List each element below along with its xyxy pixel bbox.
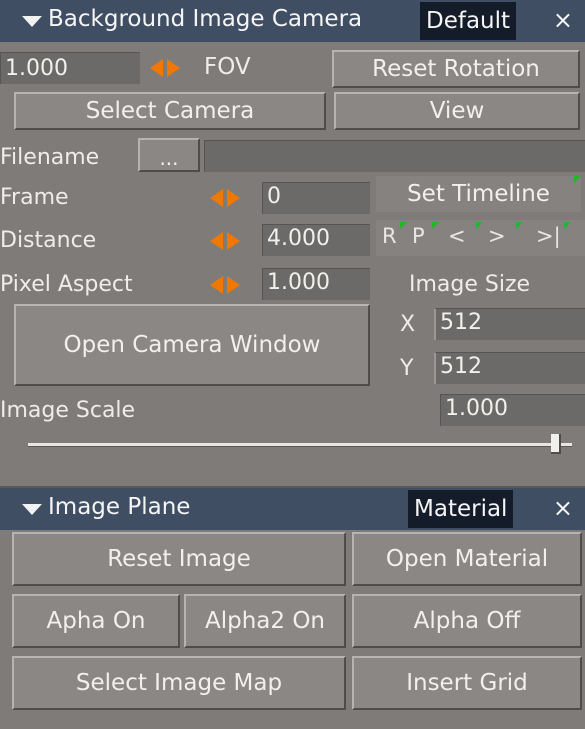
alpha-on-button[interactable]: Apha On [12,594,180,648]
image-size-x-label: X [400,312,416,337]
fov-spinner[interactable] [148,56,184,80]
play-key-button[interactable]: P [412,224,425,248]
insert-grid-button[interactable]: Insert Grid [352,656,582,710]
decrement-arrow-icon[interactable] [210,189,223,207]
increment-arrow-icon[interactable] [227,189,240,207]
last-key-button[interactable]: >| [536,224,561,248]
frame-label: Frame [0,185,69,210]
pixel-aspect-label: Pixel Aspect [0,272,133,297]
select-camera-button[interactable]: Select Camera [14,92,326,130]
increment-arrow-icon[interactable] [227,232,240,250]
filename-label: Filename [0,145,100,170]
timeline-marker-icon [476,222,483,229]
slider-thumb[interactable] [551,434,561,454]
open-camera-window-button[interactable]: Open Camera Window [14,304,370,386]
open-material-button[interactable]: Open Material [352,532,582,586]
distance-label: Distance [0,228,97,253]
image-size-label: Image Size [409,272,531,297]
next-key-button[interactable]: > [488,224,506,248]
increment-arrow-icon[interactable] [167,59,180,77]
frame-field[interactable]: 0 [262,182,370,214]
decrement-arrow-icon[interactable] [210,276,223,294]
set-timeline-button[interactable]: Set Timeline [376,176,581,212]
frame-spinner[interactable] [208,186,244,210]
close-icon[interactable]: × [553,6,573,34]
fov-label: FOV [204,54,251,80]
close-icon[interactable]: × [553,494,573,522]
collapse-triangle-icon[interactable] [22,504,42,515]
panel-title: Background Image Camera [48,6,363,32]
image-plane-panel-titlebar[interactable]: Image Plane Material × [0,488,585,530]
timeline-marker-icon [564,222,571,229]
camera-panel-titlebar[interactable]: Background Image Camera Default × [0,0,585,42]
filename-field[interactable] [204,140,585,172]
decrement-arrow-icon[interactable] [150,59,163,77]
timeline-marker-icon [516,222,523,229]
distance-field[interactable]: 4.000 [262,224,370,256]
distance-spinner[interactable] [208,229,244,253]
fov-field[interactable]: 1.000 [0,52,140,84]
timeline-marker-icon [432,222,439,229]
image-scale-slider[interactable] [28,434,572,456]
image-scale-field[interactable]: 1.000 [440,394,585,426]
increment-arrow-icon[interactable] [227,276,240,294]
timeline-marker-icon [574,176,581,183]
view-button[interactable]: View [334,92,580,130]
image-size-y-field[interactable]: 512 [434,352,585,384]
image-scale-label: Image Scale [0,398,136,423]
record-key-button[interactable]: R [382,224,397,248]
slider-track [28,443,572,447]
panel-title: Image Plane [48,494,191,520]
pixel-aspect-field[interactable]: 1.000 [262,268,370,300]
preset-dropdown[interactable]: Default [420,2,517,40]
preset-dropdown[interactable]: Material [408,490,514,528]
image-size-x-field[interactable]: 512 [434,308,585,340]
collapse-triangle-icon[interactable] [22,16,42,27]
reset-rotation-button[interactable]: Reset Rotation [332,50,580,88]
prev-key-button[interactable]: < [448,224,466,248]
decrement-arrow-icon[interactable] [210,232,223,250]
select-image-map-button[interactable]: Select Image Map [12,656,346,710]
alpha2-on-button[interactable]: Alpha2 On [184,594,346,648]
image-size-y-label: Y [400,356,414,381]
reset-image-button[interactable]: Reset Image [12,532,346,586]
browse-file-button[interactable]: ... [138,138,200,172]
pixel-aspect-spinner[interactable] [208,273,244,297]
timeline-marker-icon [400,222,407,229]
timeline-nav-bar: R P < > >| [376,220,585,256]
alpha-off-button[interactable]: Alpha Off [352,594,582,648]
